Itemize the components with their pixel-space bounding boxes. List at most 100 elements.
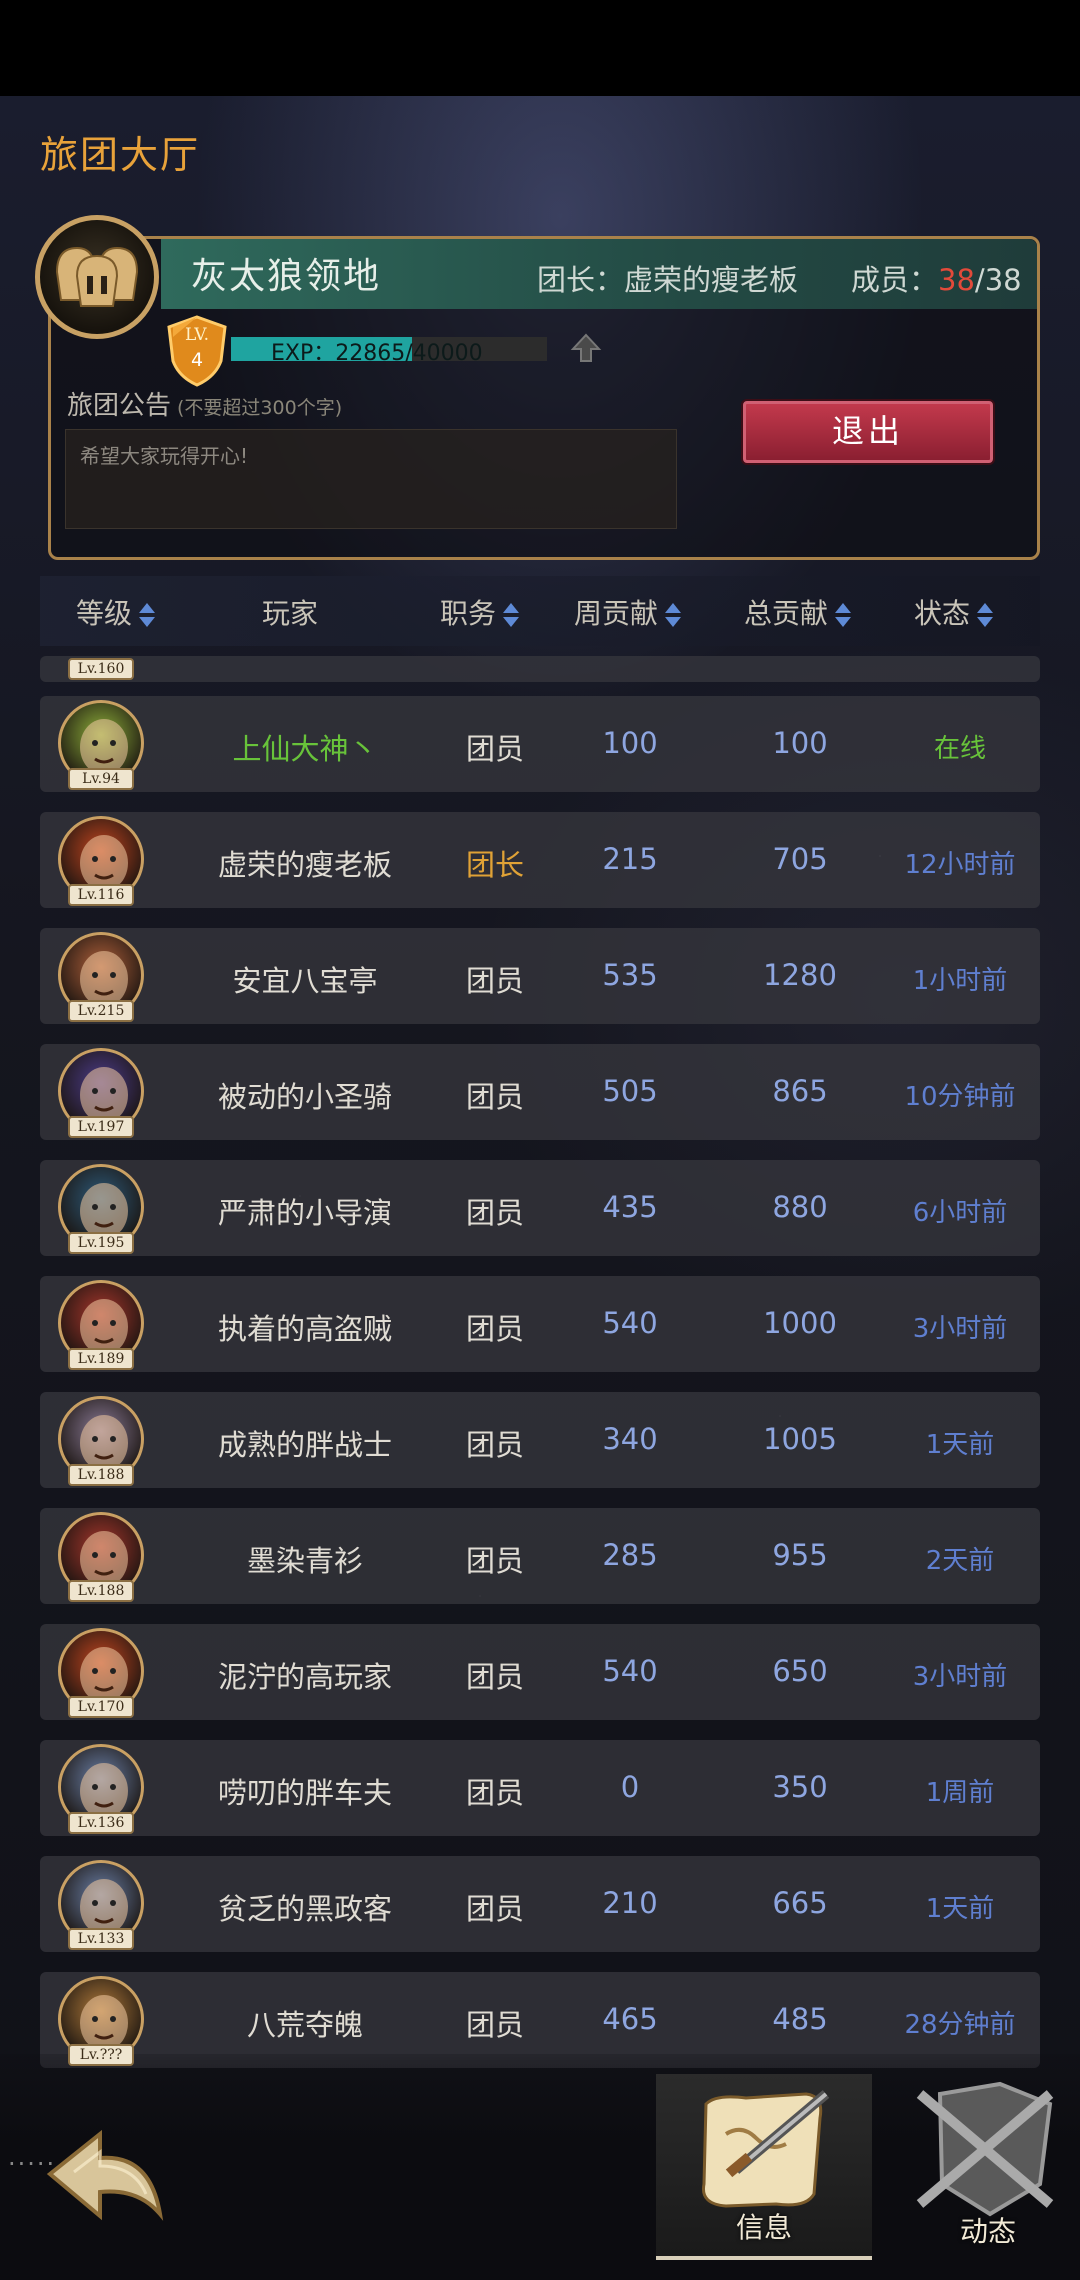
online-status: 28分钟前: [904, 2010, 1016, 2040]
notice-textarea[interactable]: 希望大家玩得开心!: [65, 429, 677, 529]
player-name: 被动的小圣骑: [217, 1080, 392, 1114]
guild-hall-screen: 旅团大厅 灰太狼领地 团长：虚荣的瘦老板 成员：38/38 LV. 4 EXP：…: [0, 96, 1080, 2280]
online-status: 1小时前: [912, 966, 1008, 996]
header-level-label: 等级: [76, 597, 133, 630]
header-total[interactable]: 总贡献: [744, 592, 852, 632]
notice-label: 旅团公告 (不要超过300个字): [67, 385, 342, 422]
table-row[interactable]: Lv.188 成熟的胖战士 团员 340 1005 1天前: [40, 1392, 1040, 1488]
table-row[interactable]: Lv.133 贫乏的黑政客 团员 210 665 1天前: [40, 1856, 1040, 1952]
sort-icon: [834, 601, 852, 629]
table-row[interactable]: Lv.215 安宜八宝亭 团员 535 1280 1小时前: [40, 928, 1040, 1024]
header-player: 玩家: [262, 592, 318, 632]
player-name: 泥泞的高玩家: [217, 1660, 392, 1694]
level-tag: Lv.195: [68, 1232, 134, 1254]
guild-info-panel: 灰太狼领地 团长：虚荣的瘦老板 成员：38/38 LV. 4 EXP：22865…: [35, 215, 1040, 560]
total-contribution: 485: [772, 2002, 828, 2036]
table-row[interactable]: Lv.116 虚荣的瘦老板 团长 215 705 12小时前: [40, 812, 1040, 908]
tab-info-label: 信息: [735, 2211, 792, 2244]
header-weekly[interactable]: 周贡献: [574, 592, 682, 632]
header-role[interactable]: 职务: [440, 592, 520, 632]
weekly-contribution: 0: [620, 1770, 640, 1804]
member-list[interactable]: Lv.160 Lv.94 上仙大神丶 团员 100 100 在线 Lv.116 虚荣的瘦老板团…: [40, 656, 1040, 2150]
total-contribution: 665: [772, 1886, 828, 1920]
player-name: 严肃的小导演: [217, 1196, 392, 1230]
back-button[interactable]: [30, 2114, 180, 2244]
level-tag: Lv.197: [68, 1116, 134, 1138]
total-contribution: 1000: [763, 1306, 837, 1340]
online-status: 1天前: [925, 1894, 995, 1924]
member-role: 团员: [465, 1776, 524, 1810]
tab-news[interactable]: 动态: [880, 2074, 1080, 2260]
weekly-contribution: 465: [602, 2002, 658, 2036]
header-status-label: 状态: [914, 597, 971, 630]
member-role: 团员: [465, 1196, 524, 1230]
sort-icon: [664, 601, 682, 629]
sort-icon: [976, 601, 994, 629]
notice-hint: (不要超过300个字): [177, 397, 343, 419]
player-name: 执着的高盗贼: [217, 1312, 392, 1346]
weekly-contribution: 435: [602, 1190, 658, 1224]
total-contribution: 865: [772, 1074, 828, 1108]
bottom-nav: ····· 信息 动态: [0, 2054, 1080, 2280]
level-tag: Lv.???: [68, 2044, 134, 2066]
guild-emblem-icon: [35, 215, 159, 339]
table-row[interactable]: Lv.94 上仙大神丶 团员 100 100 在线: [40, 696, 1040, 792]
weekly-contribution: 100: [602, 726, 658, 760]
total-contribution: 880: [772, 1190, 828, 1224]
table-row[interactable]: Lv.170 泥泞的高玩家 团员 540 650 3小时前: [40, 1624, 1040, 1720]
online-status: 10分钟前: [904, 1082, 1016, 1112]
table-row[interactable]: Lv.136 唠叨的胖车夫 团员 0 350 1周前: [40, 1740, 1040, 1836]
player-name: 唠叨的胖车夫: [217, 1776, 392, 1810]
header-level[interactable]: 等级: [76, 592, 156, 632]
table-row-partial[interactable]: Lv.160: [40, 656, 1040, 682]
guild-name: 灰太狼领地: [191, 256, 382, 297]
guild-leader: 团长：虚荣的瘦老板: [537, 263, 799, 297]
status-bar: [0, 0, 1080, 96]
member-role: 团员: [465, 1544, 524, 1578]
player-name: 虚荣的瘦老板: [217, 848, 392, 882]
member-role: 团员: [465, 2008, 524, 2042]
member-role: 团员: [465, 1080, 524, 1114]
weekly-contribution: 540: [602, 1306, 658, 1340]
scroll-sword-icon: [701, 2090, 830, 2208]
sort-icon: [138, 601, 156, 629]
player-name: 安宜八宝亭: [232, 964, 378, 998]
table-row[interactable]: Lv.188 墨染青衫 团员 285 955 2天前: [40, 1508, 1040, 1604]
crossed-swords-shield-icon: [916, 2081, 1054, 2217]
member-role: 团员: [465, 732, 524, 766]
tab-info[interactable]: 信息: [656, 2074, 872, 2260]
quit-guild-button[interactable]: 退出: [743, 401, 993, 463]
level-tag: Lv.133: [68, 1928, 134, 1950]
online-status: 3小时前: [912, 1314, 1008, 1344]
members-label: 成员：: [851, 263, 939, 297]
header-weekly-label: 周贡献: [574, 597, 659, 630]
exp-text: EXP：22865/40000: [271, 341, 483, 366]
table-row[interactable]: Lv.189 执着的高盗贼 团员 540 1000 3小时前: [40, 1276, 1040, 1372]
online-status: 3小时前: [912, 1662, 1008, 1692]
total-contribution: 1005: [763, 1422, 837, 1456]
online-status: 12小时前: [904, 850, 1016, 880]
table-row[interactable]: Lv.197 被动的小圣骑 团员 505 865 10分钟前: [40, 1044, 1040, 1140]
level-up-arrow-icon[interactable]: [569, 331, 603, 365]
level-prefix: LV.: [185, 325, 209, 345]
weekly-contribution: 535: [602, 958, 658, 992]
table-row[interactable]: Lv.195 严肃的小导演 团员 435 880 6小时前: [40, 1160, 1040, 1256]
online-status: 2天前: [925, 1546, 995, 1576]
member-role: 团员: [465, 1660, 524, 1694]
online-status: 6小时前: [912, 1198, 1008, 1228]
player-name: 成熟的胖战士: [217, 1428, 392, 1462]
online-status: 1周前: [925, 1778, 995, 1808]
page-title: 旅团大厅: [40, 133, 201, 177]
guild-level: 4: [190, 349, 204, 371]
weekly-contribution: 540: [602, 1654, 658, 1688]
weekly-contribution: 505: [602, 1074, 658, 1108]
sort-icon: [502, 601, 520, 629]
header-status[interactable]: 状态: [914, 592, 994, 632]
player-name: 贫乏的黑政客: [217, 1892, 392, 1926]
total-contribution: 650: [772, 1654, 828, 1688]
guild-level-badge: LV. 4: [165, 315, 229, 387]
level-tag: Lv.94: [68, 768, 134, 790]
back-arrow-icon: [46, 2129, 164, 2221]
notice-title: 旅团公告: [67, 391, 172, 421]
player-name: 墨染青衫: [246, 1544, 363, 1578]
